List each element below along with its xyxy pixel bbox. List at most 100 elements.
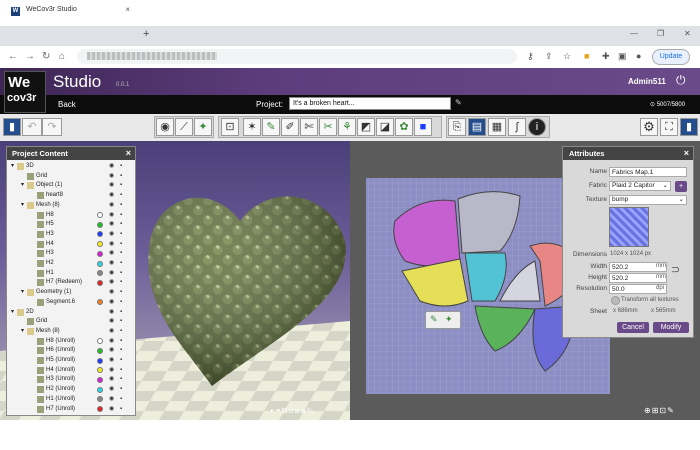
expand-toggle-icon[interactable]: ▾ bbox=[11, 162, 14, 172]
lock-icon[interactable]: ▪ bbox=[120, 327, 122, 337]
visibility-eye-icon[interactable]: ◉ bbox=[109, 298, 114, 308]
extension-icon[interactable]: ■ bbox=[584, 51, 589, 61]
power-icon[interactable]: ⏻ bbox=[676, 73, 686, 88]
color-swatch[interactable] bbox=[97, 212, 103, 218]
texture-preview[interactable] bbox=[609, 207, 649, 247]
color-swatch[interactable] bbox=[97, 357, 103, 364]
frame-tool-button[interactable]: ⊡ bbox=[221, 118, 239, 136]
expand-toggle-icon[interactable]: ▾ bbox=[11, 308, 14, 318]
tree-row[interactable]: H7 (Unroll) ◉ ▪ bbox=[7, 405, 135, 415]
color-swatch[interactable] bbox=[97, 279, 103, 286]
visibility-eye-icon[interactable]: ◉ bbox=[109, 269, 114, 279]
tree-row[interactable]: H4 (Unroll) ◉ ▪ bbox=[7, 366, 135, 376]
visibility-eye-icon[interactable]: ◉ bbox=[109, 308, 114, 318]
tree-row[interactable]: H4 ◉ ▪ bbox=[7, 240, 135, 250]
color-swatch[interactable] bbox=[97, 299, 103, 306]
key-icon[interactable]: ⚷ bbox=[527, 51, 534, 62]
lock-icon[interactable]: ▪ bbox=[120, 162, 122, 172]
visibility-eye-icon[interactable]: ◉ bbox=[109, 375, 114, 385]
project-panel-close-icon[interactable]: × bbox=[126, 147, 131, 160]
fabric-button[interactable]: ✦ bbox=[194, 118, 212, 136]
color-swatch[interactable] bbox=[97, 396, 103, 403]
color-swatch[interactable] bbox=[97, 386, 103, 393]
tree-row[interactable]: H8 (Unroll) ◉ ▪ bbox=[7, 337, 135, 347]
color-swatch[interactable] bbox=[97, 406, 103, 412]
tab-close-icon[interactable]: × bbox=[125, 5, 130, 14]
lock-icon[interactable]: ▪ bbox=[120, 181, 122, 191]
cancel-button[interactable]: Cancel bbox=[617, 322, 649, 333]
tool-2-button[interactable]: ✎ bbox=[262, 118, 280, 136]
update-button[interactable]: Update bbox=[652, 49, 690, 65]
lock-icon[interactable]: ▪ bbox=[120, 269, 122, 279]
tree-row[interactable]: H7 (Redeem) ◉ ▪ bbox=[7, 278, 135, 288]
lock-icon[interactable]: ▪ bbox=[120, 356, 122, 366]
visibility-eye-icon[interactable]: ◉ bbox=[109, 278, 114, 288]
attributes-close-icon[interactable]: × bbox=[684, 147, 689, 160]
lock-icon[interactable]: ▪ bbox=[120, 395, 122, 405]
lock-icon[interactable]: ▪ bbox=[120, 191, 122, 201]
visibility-eye-icon[interactable]: ◉ bbox=[109, 259, 114, 269]
visibility-eye-icon[interactable]: ◉ bbox=[109, 211, 114, 221]
visibility-eye-icon[interactable]: ◉ bbox=[109, 230, 114, 240]
color-swatch[interactable] bbox=[97, 221, 103, 228]
lock-icon[interactable]: ▪ bbox=[120, 220, 122, 230]
lock-icon[interactable]: ▪ bbox=[120, 317, 122, 327]
lock-icon[interactable]: ▪ bbox=[120, 405, 122, 415]
visibility-eye-icon[interactable]: ◉ bbox=[109, 356, 114, 366]
tree-row[interactable]: Segment.6 ◉ ▪ bbox=[7, 298, 135, 308]
visibility-eye-icon[interactable]: ◉ bbox=[109, 249, 114, 259]
expand-toggle-icon[interactable]: ▾ bbox=[21, 327, 24, 337]
settings-gear-icon[interactable]: ⚙ bbox=[640, 118, 658, 136]
tree-row[interactable]: H1 ◉ ▪ bbox=[7, 269, 135, 279]
back-button[interactable]: Back bbox=[58, 100, 76, 109]
visibility-eye-icon[interactable]: ◉ bbox=[109, 191, 114, 201]
visibility-eye-icon[interactable]: ◉ bbox=[109, 366, 114, 376]
lock-icon[interactable]: ▪ bbox=[120, 249, 122, 259]
visibility-eye-icon[interactable]: ◉ bbox=[109, 317, 114, 327]
url-input[interactable] bbox=[77, 49, 517, 64]
view-controls-3d[interactable]: ◐◓⧉⊡⊠⊞✎ bbox=[270, 406, 315, 416]
tree-row[interactable]: H3 (Unroll) ◉ ▪ bbox=[7, 375, 135, 385]
transform-radio[interactable] bbox=[611, 296, 620, 305]
redo-button[interactable]: ↷ bbox=[42, 118, 62, 136]
texture-select[interactable]: bump ⌄ bbox=[609, 195, 687, 205]
visibility-eye-icon[interactable]: ◉ bbox=[109, 395, 114, 405]
color-swatch[interactable] bbox=[97, 270, 103, 277]
color-swatch[interactable] bbox=[97, 250, 103, 257]
lock-icon[interactable]: ▪ bbox=[120, 308, 122, 318]
tree-row[interactable]: heart8 ◉ ▪ bbox=[7, 191, 135, 201]
window-close-icon[interactable]: ✕ bbox=[684, 29, 691, 38]
visibility-eye-icon[interactable]: ◉ bbox=[109, 172, 114, 182]
tree-row[interactable]: H6 (Unroll) ◉ ▪ bbox=[7, 346, 135, 356]
panel-toggle-button[interactable]: ▮ bbox=[3, 118, 21, 136]
tree-row[interactable]: H3 ◉ ▪ bbox=[7, 230, 135, 240]
tree-row[interactable]: ▾ 2D ◉ ▪ bbox=[7, 308, 135, 318]
tool-1-button[interactable]: ✶ bbox=[243, 118, 261, 136]
lock-icon[interactable]: ▪ bbox=[120, 230, 122, 240]
info-icon[interactable]: i bbox=[528, 118, 546, 136]
undo-button[interactable]: ↶ bbox=[22, 118, 42, 136]
puzzle-icon[interactable]: ✚ bbox=[602, 51, 610, 62]
forward-arrow-icon[interactable]: → bbox=[25, 51, 35, 62]
lock-icon[interactable]: ▪ bbox=[120, 288, 122, 298]
lock-icon[interactable]: ▪ bbox=[120, 385, 122, 395]
profile-icon[interactable]: ● bbox=[636, 51, 641, 61]
tree-row[interactable]: Grid ◉ ▪ bbox=[7, 172, 135, 182]
tree-row[interactable]: H1 (Unroll) ◉ ▪ bbox=[7, 395, 135, 405]
export-button[interactable]: ⎘ bbox=[448, 118, 466, 136]
share-icon[interactable]: ⇪ bbox=[545, 51, 553, 62]
edit-pencil-icon[interactable]: ✎ bbox=[455, 98, 462, 107]
visibility-eye-icon[interactable]: ◉ bbox=[109, 162, 114, 172]
color-swatch[interactable] bbox=[97, 231, 103, 238]
color-swatch[interactable] bbox=[97, 376, 103, 383]
tree-row[interactable]: ▾ 3D ◉ ▪ bbox=[7, 162, 135, 172]
maximize-icon[interactable]: ❐ bbox=[657, 29, 664, 38]
back-arrow-icon[interactable]: ← bbox=[8, 51, 18, 62]
layout-button[interactable]: ▤ bbox=[468, 118, 486, 136]
lock-icon[interactable]: ▪ bbox=[120, 337, 122, 347]
lock-icon[interactable]: ▪ bbox=[120, 211, 122, 221]
visibility-eye-icon[interactable]: ◉ bbox=[109, 240, 114, 250]
lock-icon[interactable]: ▪ bbox=[120, 172, 122, 182]
tree-row[interactable]: H3 ◉ ▪ bbox=[7, 249, 135, 259]
lock-icon[interactable]: ▪ bbox=[120, 201, 122, 211]
